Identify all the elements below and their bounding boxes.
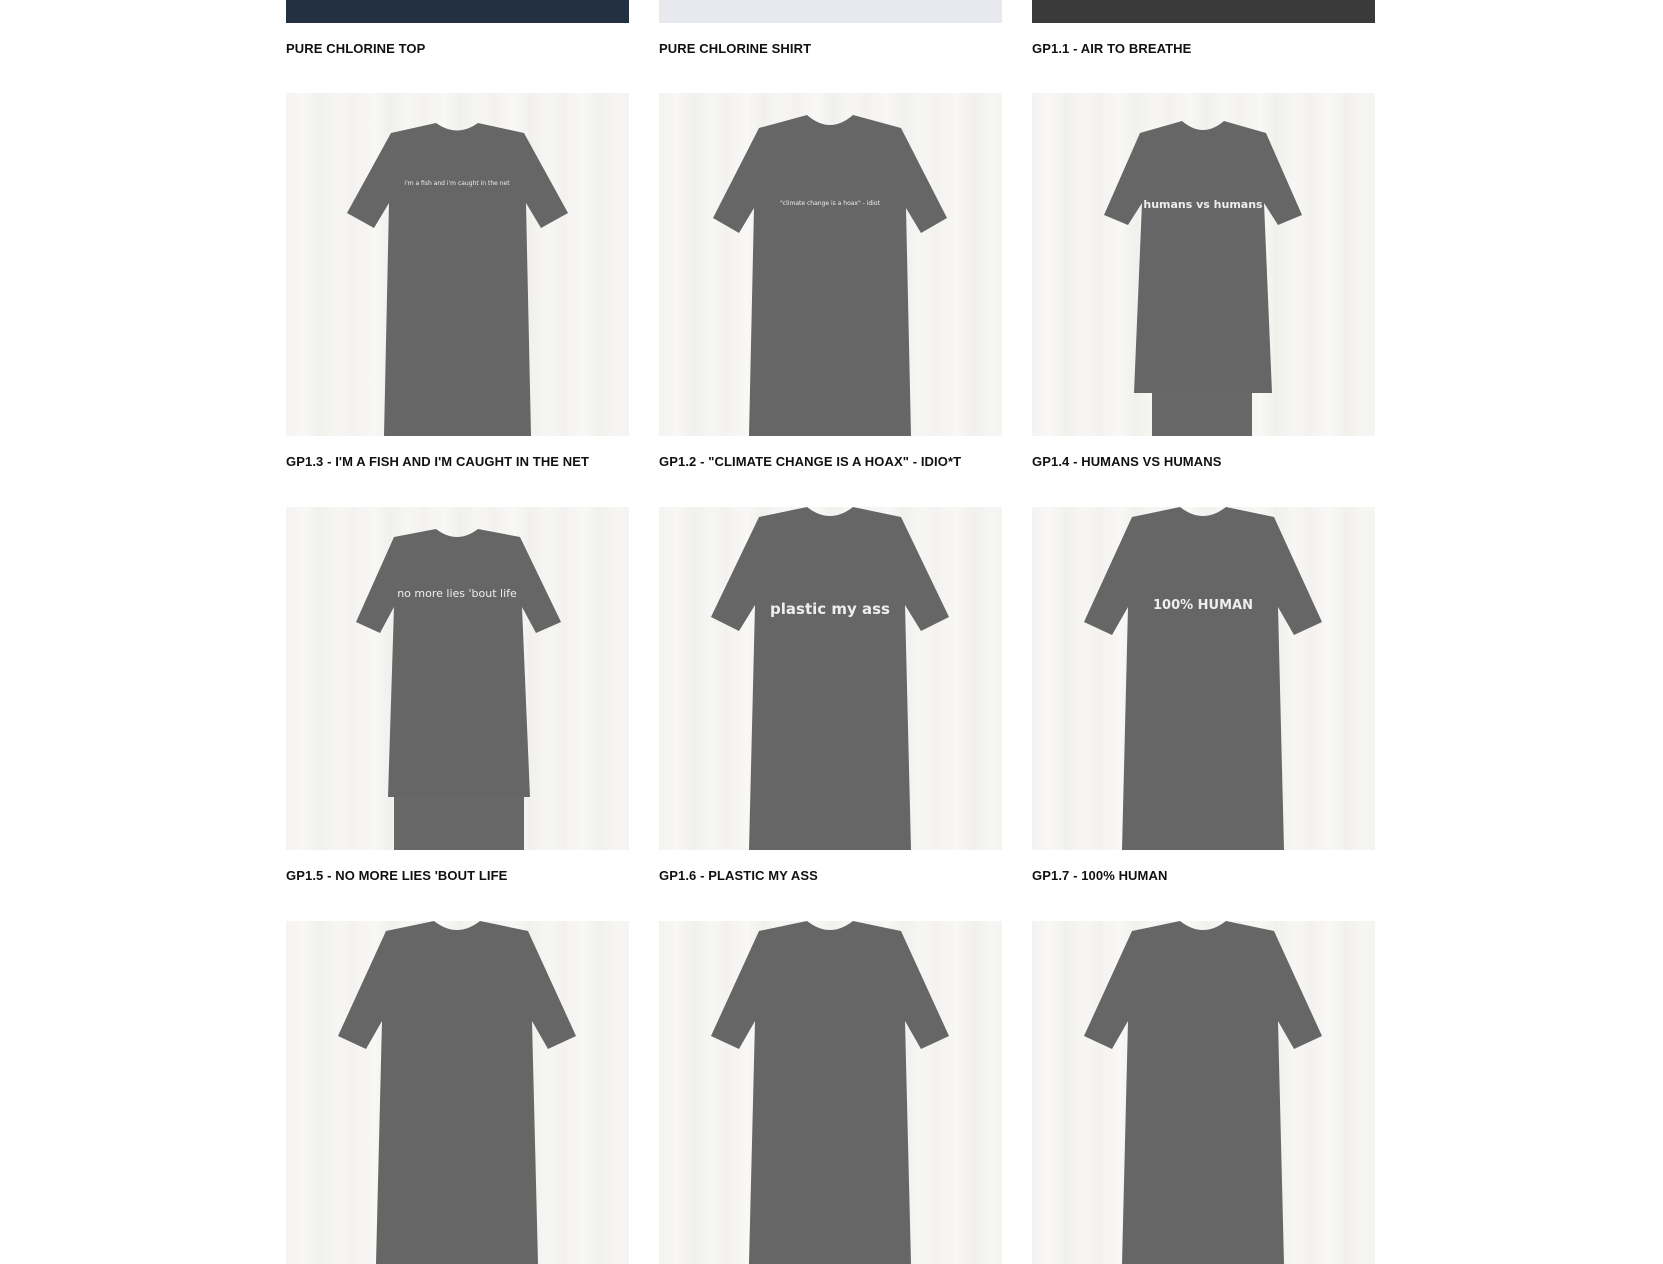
tshirt-illustration: "climate change is a hoax" - idiot bbox=[713, 115, 947, 436]
shirt-print-text: 100% HUMAN bbox=[1153, 598, 1253, 613]
tshirt-illustration: 100% HUMAN bbox=[1084, 507, 1322, 850]
shirt-print-text: humans vs humans bbox=[1143, 198, 1263, 211]
tshirt-illustration bbox=[338, 921, 576, 1264]
tshirt-illustration: plastic my ass bbox=[711, 507, 949, 850]
product-image[interactable] bbox=[1032, 921, 1375, 1264]
product-title[interactable]: GP1.6 - PLASTIC MY ASS bbox=[659, 868, 818, 883]
product-title[interactable]: GP1.3 - I'M A FISH AND I'M CAUGHT IN THE… bbox=[286, 454, 589, 469]
product-title[interactable]: GP1.1 - AIR TO BREATHE bbox=[1032, 41, 1191, 56]
tshirt-illustration bbox=[1084, 921, 1322, 1264]
tshirt-illustration: humans vs humans bbox=[1104, 121, 1302, 436]
tshirt-illustration: no more lies 'bout life bbox=[356, 529, 561, 850]
product-title[interactable]: PURE CHLORINE TOP bbox=[286, 41, 425, 56]
product-image[interactable] bbox=[659, 921, 1002, 1264]
product-image[interactable]: plastic my ass bbox=[659, 507, 1002, 850]
product-title[interactable]: GP1.4 - HUMANS VS HUMANS bbox=[1032, 454, 1221, 469]
product-title[interactable]: GP1.7 - 100% HUMAN bbox=[1032, 868, 1167, 883]
tshirt-illustration bbox=[711, 921, 949, 1264]
product-title[interactable]: PURE CHLORINE SHIRT bbox=[659, 41, 811, 56]
product-image[interactable] bbox=[1032, 0, 1375, 23]
product-image[interactable]: humans vs humans bbox=[1032, 93, 1375, 436]
product-image[interactable]: no more lies 'bout life bbox=[286, 507, 629, 850]
product-image[interactable] bbox=[659, 0, 1002, 23]
product-title[interactable]: GP1.5 - NO MORE LIES 'BOUT LIFE bbox=[286, 868, 507, 883]
product-image[interactable] bbox=[286, 0, 629, 23]
product-title[interactable]: GP1.2 - "CLIMATE CHANGE IS A HOAX" - IDI… bbox=[659, 454, 961, 469]
shirt-print-text: no more lies 'bout life bbox=[397, 587, 517, 600]
product-image[interactable] bbox=[286, 921, 629, 1264]
shirt-print-text: i'm a fish and i'm caught in the net bbox=[404, 180, 510, 187]
product-image[interactable]: "climate change is a hoax" - idiot bbox=[659, 93, 1002, 436]
product-image[interactable]: 100% HUMAN bbox=[1032, 507, 1375, 850]
tshirt-illustration: i'm a fish and i'm caught in the net bbox=[347, 123, 568, 436]
product-image[interactable]: i'm a fish and i'm caught in the net bbox=[286, 93, 629, 436]
shirt-print-text: "climate change is a hoax" - idiot bbox=[780, 200, 880, 207]
shirt-print-text: plastic my ass bbox=[770, 600, 890, 618]
